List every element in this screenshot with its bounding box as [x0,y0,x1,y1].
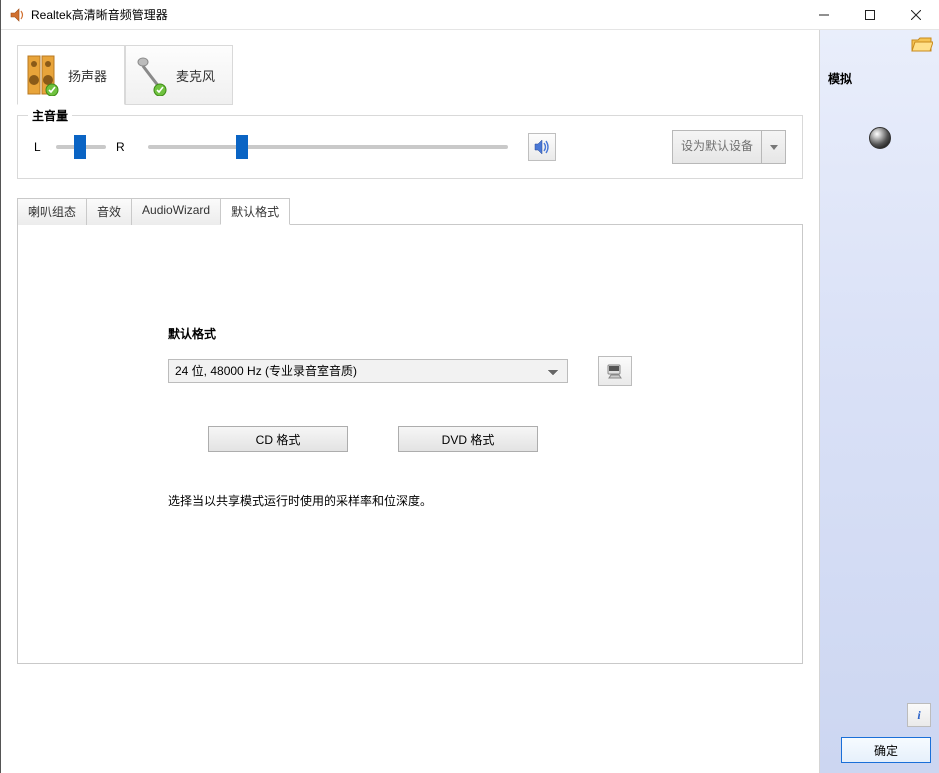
tab-microphone-label: 麦克风 [176,66,215,85]
title-bar: Realtek高清晰音频管理器 [1,0,939,30]
close-button[interactable] [893,0,939,29]
analog-label: 模拟 [828,70,931,87]
tab-speakers[interactable]: 扬声器 [17,45,125,105]
main-volume-legend: 主音量 [28,107,72,124]
analog-jack-indicator[interactable] [869,127,891,149]
set-default-dropdown[interactable] [762,130,786,164]
subtab-row: 喇叭组态 音效 AudioWizard 默认格式 [17,197,803,224]
balance-left-label: L [34,140,46,154]
set-default-device-button[interactable]: 设为默认设备 [672,130,762,164]
default-format-page: 默认格式 24 位, 48000 Hz (专业录音室音质) CD 格式 DVD … [17,224,803,664]
master-volume-slider[interactable] [148,145,508,149]
main-volume-group: 主音量 L R [17,115,803,179]
subtab-default-format[interactable]: 默认格式 [220,198,290,225]
info-button[interactable]: i [907,703,931,727]
device-tabs: 扬声器 麦克风 [17,45,803,105]
tab-microphone[interactable]: 麦克风 [125,45,233,105]
format-description: 选择当以共享模式运行时使用的采样率和位深度。 [168,492,652,509]
balance-slider[interactable] [56,145,106,149]
default-format-heading: 默认格式 [168,325,652,342]
subtab-audiowizard[interactable]: AudioWizard [131,198,221,225]
main-panel: 扬声器 麦克风 主音量 L [1,30,819,773]
minimize-button[interactable] [801,0,847,29]
set-default-label: 设为默认设备 [681,140,753,153]
subtab-speaker-config[interactable]: 喇叭组态 [17,198,87,225]
format-select[interactable]: 24 位, 48000 Hz (专业录音室音质) [168,359,568,383]
tab-speakers-label: 扬声器 [68,66,107,85]
test-play-button[interactable] [598,356,632,386]
window-title: Realtek高清晰音频管理器 [31,6,801,23]
maximize-button[interactable] [847,0,893,29]
subtab-sound-effects[interactable]: 音效 [86,198,132,225]
folder-icon[interactable] [911,36,933,54]
side-panel: 模拟 i 确定 [819,30,939,773]
balance-right-label: R [116,140,128,154]
dvd-format-button[interactable]: DVD 格式 [398,426,538,452]
microphone-icon [134,54,168,96]
mute-button[interactable] [528,133,556,161]
speaker-icon [26,54,60,96]
app-icon [9,7,25,23]
ok-button[interactable]: 确定 [841,737,931,763]
cd-format-button[interactable]: CD 格式 [208,426,348,452]
